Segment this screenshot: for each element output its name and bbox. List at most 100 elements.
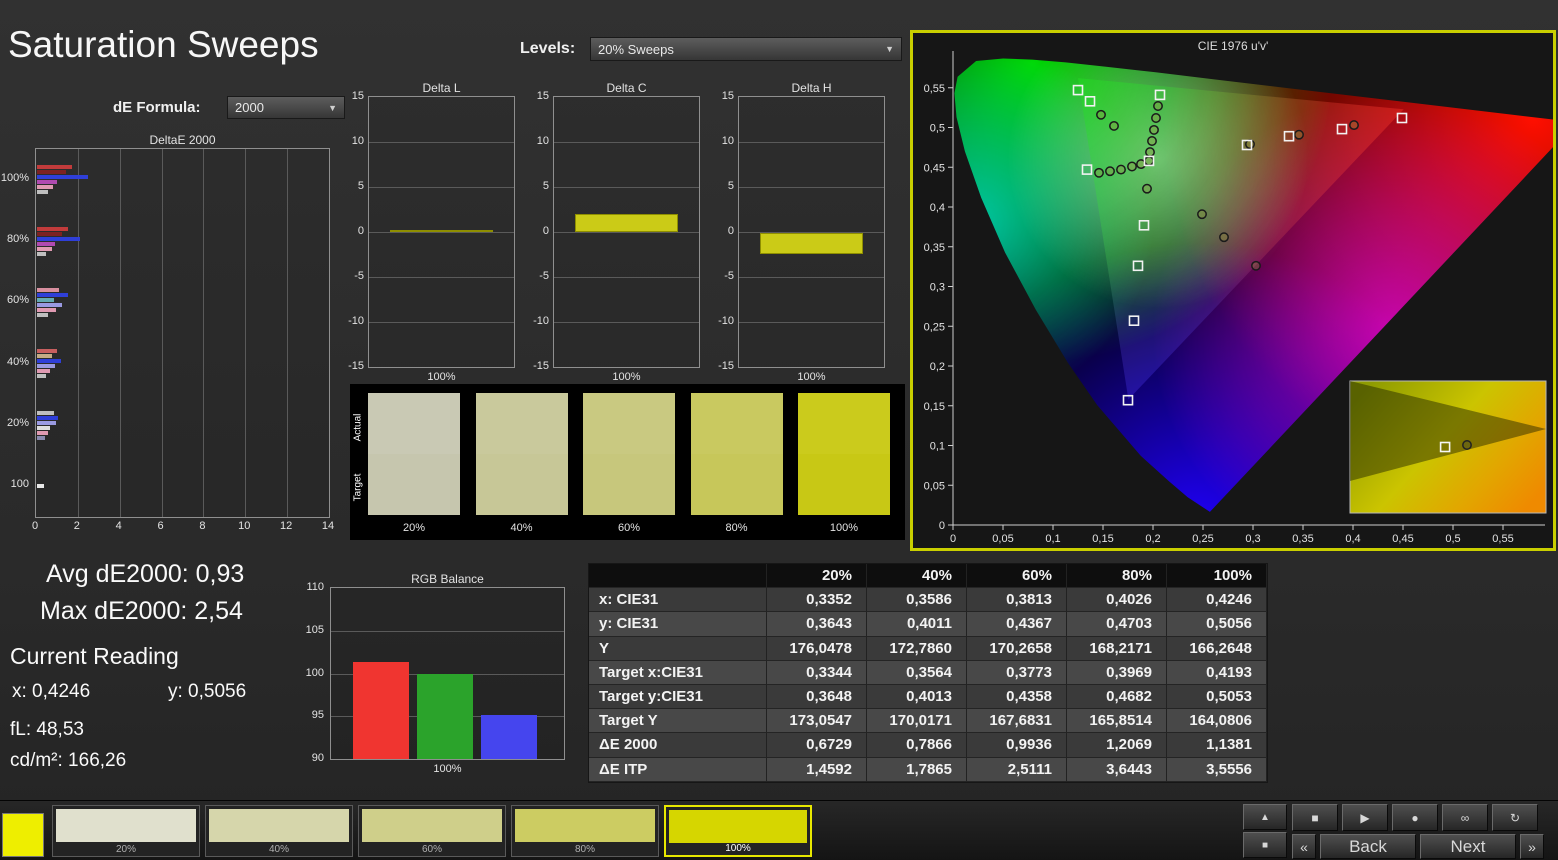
gridline (369, 232, 514, 233)
patch-button-100%[interactable]: 100% (664, 805, 812, 857)
back-arrow-button[interactable]: « (1292, 834, 1316, 859)
stop-button[interactable]: ■ (1292, 804, 1338, 831)
delta-y-tick: 0 (357, 225, 364, 237)
x-tick-label: 8 (199, 520, 206, 532)
de-bar (37, 297, 54, 302)
swatch-actual (368, 393, 460, 454)
gridline (369, 187, 514, 188)
rgb-y-tick: 95 (311, 709, 324, 722)
gridline (331, 630, 564, 632)
de-bar (37, 292, 69, 297)
record-button[interactable]: ● (1392, 804, 1438, 831)
patch-button-60%[interactable]: 60% (358, 805, 506, 857)
table-value-cell: 166,2648 (1167, 636, 1267, 661)
table-value-cell: 1,4592 (767, 757, 867, 782)
table-value-cell: 0,3773 (967, 660, 1067, 685)
cie-diagram-panel: CIE 1976 u'v' 0 0,05 0,1 0,15 0,2 0,25 0,3 0,35… (910, 30, 1558, 551)
chevron-down-icon: ▼ (885, 44, 894, 54)
svg-text:0,15: 0,15 (924, 401, 945, 413)
comparison-swatch (368, 393, 460, 515)
avg-de2000-value: Avg dE2000: 0,93 (46, 560, 245, 588)
target-label: Target (352, 473, 364, 501)
delta-x-label: 100% (612, 371, 641, 383)
loop-button[interactable]: ∞ (1442, 804, 1488, 831)
deltae-chart-title: DeltaE 2000 (149, 133, 216, 147)
de-bar (37, 425, 50, 430)
svg-text:0,1: 0,1 (1045, 533, 1060, 545)
max-de2000-value: Max dE2000: 2,54 (40, 597, 243, 625)
y-group-label: 100 (10, 478, 29, 491)
patch-button-40%[interactable]: 40% (205, 805, 353, 857)
patch-label: 20% (115, 844, 136, 855)
x-tick-label: 4 (115, 520, 122, 532)
de-bar (37, 369, 50, 374)
current-fl-value: fL: 48,53 (10, 719, 84, 740)
de-bar (37, 251, 47, 256)
panel-up-button[interactable]: ▲ (1243, 804, 1287, 830)
delta-chart-plot (368, 96, 515, 368)
delta-y-tick: -5 (539, 270, 549, 282)
swatch-target (690, 454, 783, 515)
svg-text:0,25: 0,25 (1192, 533, 1213, 545)
de-formula-dropdown[interactable]: 2000 ▼ (227, 96, 345, 119)
de-bar (37, 241, 55, 246)
table-value-cell: 0,4013 (867, 684, 967, 710)
de-bar (37, 420, 56, 425)
table-value-cell: 0,6729 (767, 733, 867, 758)
delta-y-tick: 15 (536, 90, 549, 102)
de-bar (37, 226, 69, 231)
svg-text:0,3: 0,3 (930, 282, 945, 294)
de-bar (37, 302, 63, 307)
delta-chart-plot (738, 96, 885, 368)
de-bar (37, 410, 54, 415)
de-bar (37, 312, 48, 317)
next-button[interactable]: Next (1420, 834, 1516, 859)
swatch-actual (583, 393, 675, 454)
comparison-swatch (798, 393, 890, 515)
comparison-swatch (475, 393, 568, 515)
delta-y-tick: -15 (348, 360, 364, 372)
de-bar (37, 287, 59, 292)
gridline (245, 149, 247, 517)
delta-y-tick: 15 (351, 90, 364, 102)
gridline (369, 277, 514, 278)
table-value-cell: 0,3648 (767, 684, 867, 710)
y-group-label: 60% (6, 294, 29, 307)
rgb-y-tick: 110 (306, 581, 324, 593)
next-arrow-button[interactable]: » (1520, 834, 1544, 859)
levels-dropdown[interactable]: 20% Sweeps ▼ (590, 37, 902, 61)
table-value-cell: 0,4246 (1167, 588, 1267, 613)
measurement-table: 20% 40% 60% 80% 100% x: CIE31 0,3352 0,3586 0,38… (588, 563, 1268, 783)
table-value-cell: 0,4358 (967, 684, 1067, 710)
rgb-y-tick: 105 (305, 623, 324, 636)
table-value-cell: 0,4367 (967, 612, 1067, 637)
gridline (739, 187, 884, 188)
svg-text:0,45: 0,45 (1392, 533, 1413, 545)
table-row-label: Target y:CIE31 (589, 684, 767, 710)
table-header-cell: 40% (867, 564, 967, 589)
current-cdm2-value: cd/m²: 166,26 (10, 750, 127, 771)
table-header-cell: 60% (967, 564, 1067, 589)
table-value-cell: 0,5053 (1167, 684, 1267, 710)
de-formula-value: 2000 (235, 100, 264, 115)
patch-label: 80% (574, 844, 595, 855)
de-bar (37, 364, 55, 369)
patch-button-20%[interactable]: 20% (52, 805, 200, 857)
patch-button-80%[interactable]: 80% (511, 805, 659, 857)
gridline (77, 149, 79, 517)
swatch-actual (475, 393, 568, 454)
swatch-label: 20% (402, 522, 426, 534)
patch-label: 60% (421, 844, 442, 855)
panel-frame-button[interactable]: ■ (1243, 832, 1287, 858)
table-row-label: Y (589, 636, 767, 661)
svg-text:0,35: 0,35 (924, 242, 945, 254)
svg-text:0,55: 0,55 (1492, 533, 1513, 545)
cie-inset-zoom (1349, 380, 1547, 514)
svg-text:0,45: 0,45 (924, 162, 945, 174)
refresh-button[interactable]: ↻ (1492, 804, 1538, 831)
gridline (739, 277, 884, 278)
back-button[interactable]: Back (1320, 834, 1416, 859)
play-button[interactable]: ▶ (1342, 804, 1388, 831)
de-bar (37, 236, 80, 241)
de-formula-label: dE Formula: (113, 99, 201, 116)
